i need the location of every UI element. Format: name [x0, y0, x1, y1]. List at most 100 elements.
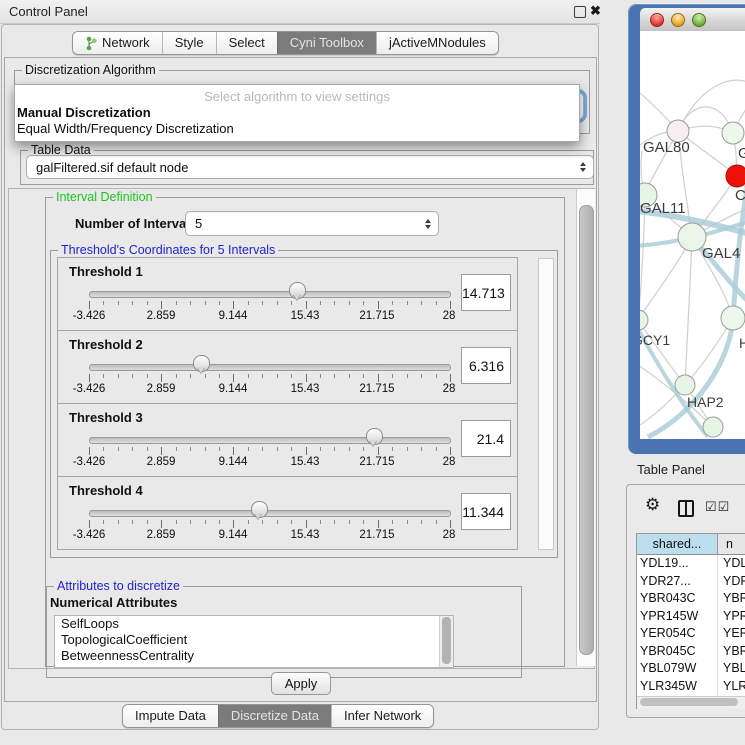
network-edge [685, 237, 692, 385]
network-node-label: HAP2 [687, 394, 724, 410]
network-node[interactable] [722, 122, 744, 144]
threshold-value-field[interactable]: 14.713 [461, 274, 511, 311]
close-traffic-light-icon[interactable] [650, 13, 664, 27]
table-hscrollbar-thumb[interactable] [640, 698, 738, 706]
numerical-attributes-list[interactable]: SelfLoopsTopologicalCoefficientBetweenne… [54, 615, 454, 668]
network-node[interactable] [721, 306, 745, 330]
attributes-scrollbar[interactable] [439, 616, 453, 667]
close-icon[interactable]: ✖ [590, 3, 601, 19]
slider-scale-label: 15.43 [291, 310, 320, 322]
attribute-list-item[interactable]: TopologicalCoefficient [55, 632, 453, 648]
threshold-slider-track[interactable] [89, 291, 451, 298]
network-canvas[interactable]: GAL80GCGAL11GAL4GCY1HHAP2 [640, 31, 745, 439]
algorithm-option[interactable]: Manual Discretization [15, 105, 579, 121]
threshold-value-field[interactable]: 11.344 [461, 493, 511, 530]
gear-icon[interactable]: ⚙ [645, 496, 660, 513]
network-node[interactable] [640, 310, 648, 330]
threshold-slider-track[interactable] [89, 364, 451, 371]
network-window-titlebar[interactable] [640, 8, 745, 32]
table-row[interactable]: YDR27...YDR2 [637, 573, 745, 591]
table-header-row: shared...n [637, 534, 745, 555]
number-of-intervals-value: 5 [195, 216, 202, 231]
algorithm-dropdown-popup: Select algorithm to view settings Manual… [14, 84, 580, 142]
attributes-scrollbar-thumb[interactable] [442, 617, 451, 664]
tab-label: Discretize Data [231, 705, 319, 727]
slider-scale-label: 21.715 [359, 383, 394, 395]
slider-scale-label: 9.144 [219, 529, 248, 541]
table-cell: YLR3 [717, 678, 745, 696]
table-row[interactable]: YBR043CYBR0 [637, 590, 745, 608]
network-node[interactable] [703, 417, 723, 437]
slider-scale-label: 21.715 [359, 310, 394, 322]
combo-arrows-icon [425, 219, 431, 229]
main-scrollbar-thumb[interactable] [579, 205, 594, 655]
zoom-traffic-light-icon[interactable] [692, 13, 706, 27]
table-cell: YBR0 [717, 643, 745, 661]
slider-scale-label: 15.43 [291, 529, 320, 541]
table-row[interactable]: YBR045CYBR0 [637, 643, 745, 661]
network-node-label: H [739, 335, 745, 351]
slider-scale-label: -3.426 [73, 310, 106, 322]
slider-scale-label: -3.426 [73, 529, 106, 541]
number-of-intervals-select[interactable]: 5 [185, 211, 439, 236]
network-node-label: GCY1 [640, 332, 670, 348]
table-row[interactable]: YPR145WYPR1 [637, 608, 745, 626]
network-node[interactable] [675, 375, 695, 395]
thresholds-scrollbar-track[interactable] [538, 258, 554, 550]
threshold-rows: Threshold 1-3.4262.8599.14415.4321.71528… [57, 258, 518, 550]
bottom-tab-infer-network[interactable]: Infer Network [331, 705, 433, 727]
slider-scale-label: 9.144 [219, 383, 248, 395]
table-data-select[interactable]: galFiltered.sif default node [26, 155, 594, 179]
threshold-row: Threshold 4-3.4262.8599.14415.4321.71528… [57, 476, 518, 550]
table-column-header[interactable]: shared... [637, 534, 718, 555]
slider-scale-label: 21.715 [359, 456, 394, 468]
network-edge [640, 237, 692, 320]
bottom-tab-discretize-data[interactable]: Discretize Data [218, 705, 331, 727]
threshold-value-field[interactable]: 6.316 [461, 347, 511, 384]
table-row[interactable]: YDL19...YDL1 [637, 555, 745, 573]
tab-label: Infer Network [344, 705, 421, 727]
interval-definition-title: Interval Definition [53, 190, 156, 204]
slider-scale-label: 15.43 [291, 456, 320, 468]
threshold-row: Threshold 2-3.4262.8599.14415.4321.71528… [57, 330, 518, 404]
attribute-list-item[interactable]: SelfLoops [55, 616, 453, 632]
threshold-slider-thumb[interactable] [289, 282, 306, 299]
network-node[interactable] [726, 165, 745, 187]
minimize-traffic-light-icon[interactable] [671, 13, 685, 27]
network-node-label: C [735, 187, 745, 204]
algorithm-popup-hint: Select algorithm to view settings [15, 85, 579, 105]
slider-scale-label: 28 [443, 310, 456, 322]
network-graph: GAL80GCGAL11GAL4GCY1HHAP2 [640, 31, 745, 439]
checkboxes-icon[interactable]: ☑☑ [705, 499, 730, 515]
bottom-tab-impute-data[interactable]: Impute Data [123, 705, 218, 727]
table-cell: YDR2 [717, 573, 745, 591]
threshold-label: Threshold 2 [69, 337, 143, 352]
threshold-slider-thumb[interactable] [193, 355, 210, 372]
algorithm-option[interactable]: Equal Width/Frequency Discretization [15, 121, 579, 137]
attribute-list-item[interactable]: BetweennessCentrality [55, 648, 453, 664]
threshold-slider-thumb[interactable] [366, 428, 383, 445]
apply-button[interactable]: Apply [271, 672, 331, 695]
table-column-header[interactable]: n [718, 534, 745, 555]
node-attribute-table[interactable]: shared...n YDL19...YDL1YDR27...YDR2YBR04… [636, 533, 745, 709]
slider-scale-label: 2.859 [147, 310, 176, 322]
threshold-slider-thumb[interactable] [251, 501, 268, 518]
control-panel-title: Control Panel [9, 4, 88, 19]
threshold-value-field[interactable]: 21.4 [461, 420, 511, 457]
table-row[interactable]: YER054CYER0 [637, 625, 745, 643]
table-row[interactable]: YLR345WYLR3 [637, 678, 745, 696]
columns-icon[interactable] [678, 500, 694, 517]
number-of-intervals-label: Number of Intervals [75, 216, 197, 231]
threshold-slider-track[interactable] [89, 510, 451, 517]
table-cell: YBL0 [717, 660, 745, 678]
slider-ticks [89, 520, 450, 528]
table-row[interactable]: YBL079WYBL0 [637, 660, 745, 678]
slider-scale-label: 9.144 [219, 310, 248, 322]
float-window-icon[interactable] [574, 6, 586, 18]
threshold-slider-track[interactable] [89, 437, 451, 444]
threshold-row: Threshold 3-3.4262.8599.14415.4321.71528… [57, 403, 518, 477]
slider-scale-label: 21.715 [359, 529, 394, 541]
slider-ticks [89, 447, 450, 455]
slider-scale-label: 2.859 [147, 456, 176, 468]
table-panel-title: Table Panel [637, 462, 705, 477]
